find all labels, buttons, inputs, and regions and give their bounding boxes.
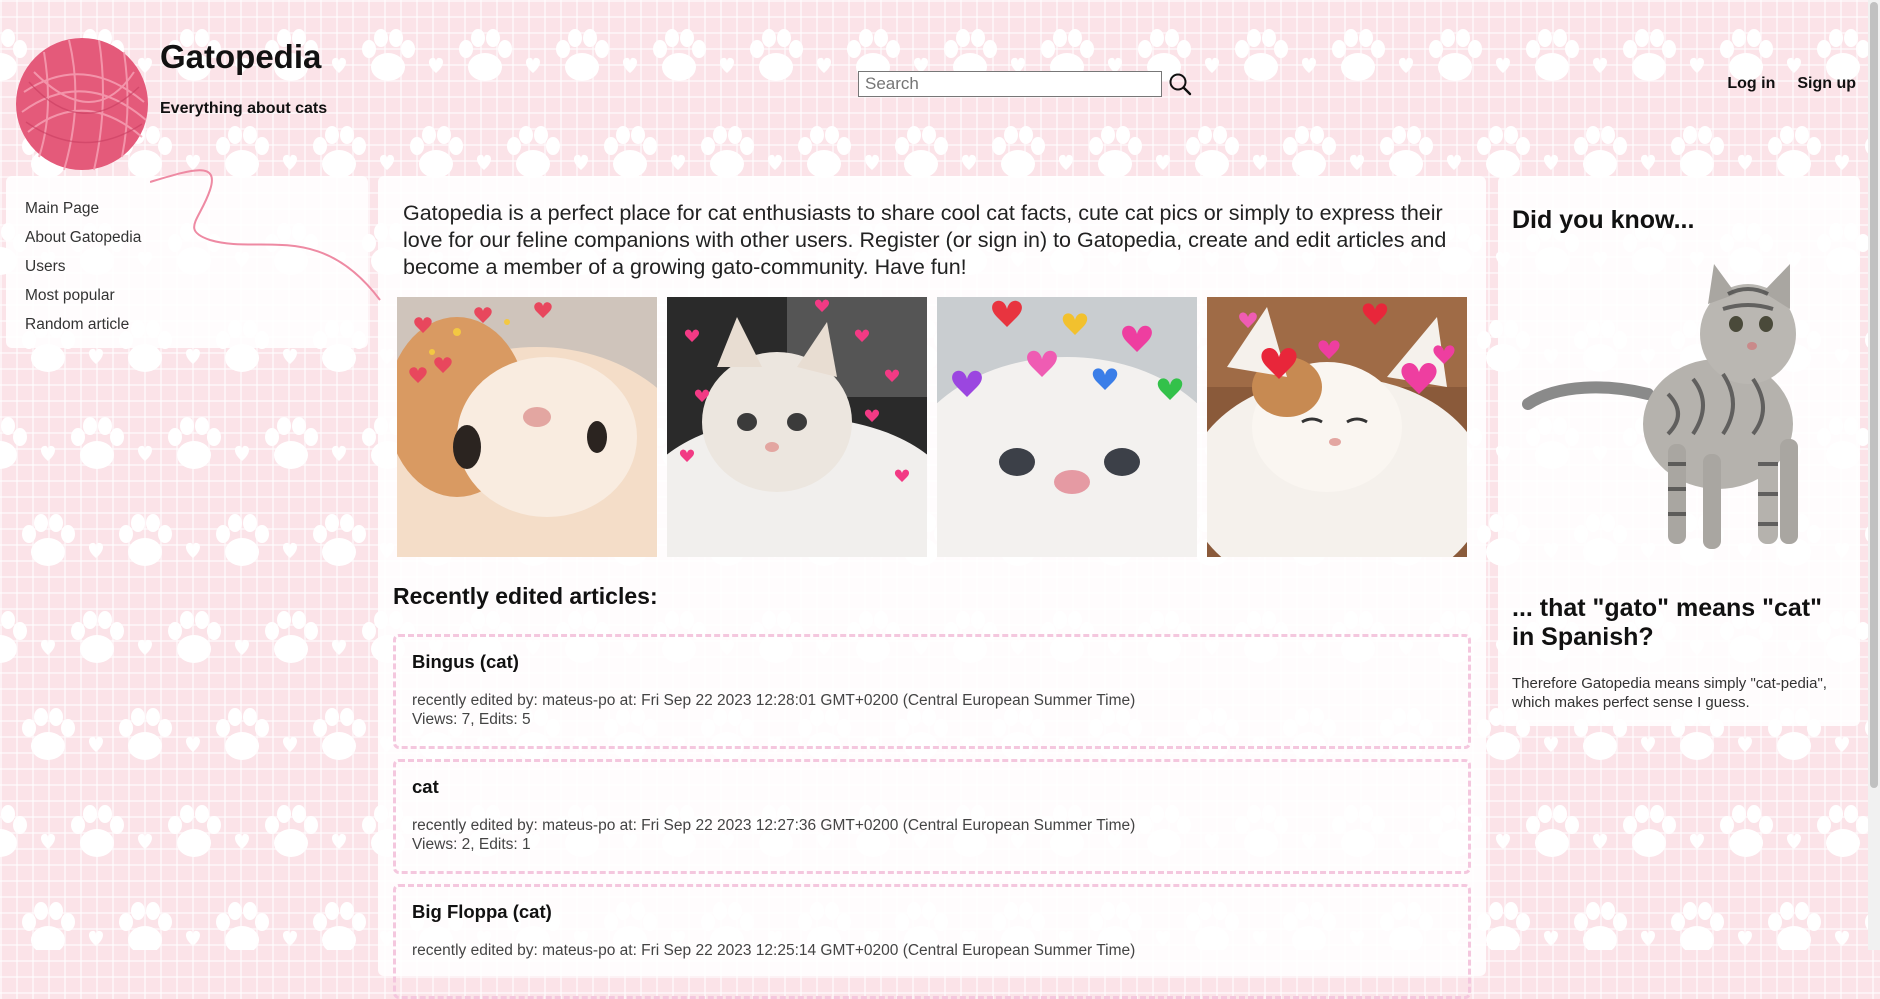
- fact-heading: ... that "gato" means "cat" in Spanish?: [1512, 594, 1822, 651]
- search-input[interactable]: [858, 71, 1162, 97]
- article-card[interactable]: cat recently edited by: mateus-po at: Fr…: [393, 759, 1471, 874]
- tabby-cat-image: [1522, 264, 1798, 549]
- article-edited-info: recently edited by: mateus-po at: Fri Se…: [412, 692, 1136, 709]
- login-link[interactable]: Log in: [1727, 75, 1775, 93]
- article-title[interactable]: Bingus (cat): [412, 651, 1452, 673]
- scrollbar-thumb[interactable]: [1870, 2, 1878, 788]
- cat-photo-1[interactable]: [397, 297, 657, 557]
- search-bar: [858, 70, 1194, 98]
- did-you-know-panel: Did you know... ... that "gato" means "c…: [1498, 176, 1860, 726]
- article-card[interactable]: Big Floppa (cat) recently edited by: mat…: [393, 884, 1471, 999]
- did-you-know-heading: Did you know...: [1512, 206, 1695, 234]
- cat-photo-3[interactable]: [937, 297, 1197, 557]
- article-card[interactable]: Bingus (cat) recently edited by: mateus-…: [393, 634, 1471, 749]
- auth-links: Log in Sign up: [1727, 75, 1856, 93]
- article-stats: Views: 7, Edits: 5: [412, 711, 531, 728]
- sidebar-item-random-article[interactable]: Random article: [25, 310, 368, 339]
- recent-articles-heading: Recently edited articles:: [393, 583, 658, 609]
- intro-text: Gatopedia is a perfect place for cat ent…: [403, 201, 1447, 279]
- sidebar-item-most-popular[interactable]: Most popular: [25, 281, 368, 310]
- page-scrollbar[interactable]: [1868, 0, 1880, 950]
- sidebar-nav: Main Page About Gatopedia Users Most pop…: [6, 176, 368, 348]
- site-title[interactable]: Gatopedia: [160, 38, 321, 76]
- cat-photo-4[interactable]: [1207, 297, 1467, 557]
- yarn-ball-logo[interactable]: [14, 32, 154, 177]
- article-edited-info: recently edited by: mateus-po at: Fri Se…: [412, 817, 1136, 834]
- sidebar-item-users[interactable]: Users: [25, 252, 368, 281]
- article-stats: Views: 2, Edits: 1: [412, 836, 531, 853]
- cat-gallery: [397, 297, 1486, 557]
- cat-photo-2[interactable]: [667, 297, 927, 557]
- article-title[interactable]: cat: [412, 776, 1452, 798]
- site-header: Gatopedia Everything about cats Log in S…: [0, 0, 1880, 171]
- site-tagline: Everything about cats: [160, 100, 328, 117]
- search-icon[interactable]: [1166, 70, 1194, 98]
- signup-link[interactable]: Sign up: [1797, 75, 1856, 93]
- main-content: Gatopedia is a perfect place for cat ent…: [378, 176, 1486, 999]
- sidebar-item-main-page[interactable]: Main Page: [25, 194, 368, 223]
- fact-detail: Therefore Gatopedia means simply "cat-pe…: [1512, 675, 1827, 711]
- article-title[interactable]: Big Floppa (cat): [412, 901, 1452, 923]
- sidebar-item-about[interactable]: About Gatopedia: [25, 223, 368, 252]
- article-edited-info: recently edited by: mateus-po at: Fri Se…: [412, 942, 1136, 959]
